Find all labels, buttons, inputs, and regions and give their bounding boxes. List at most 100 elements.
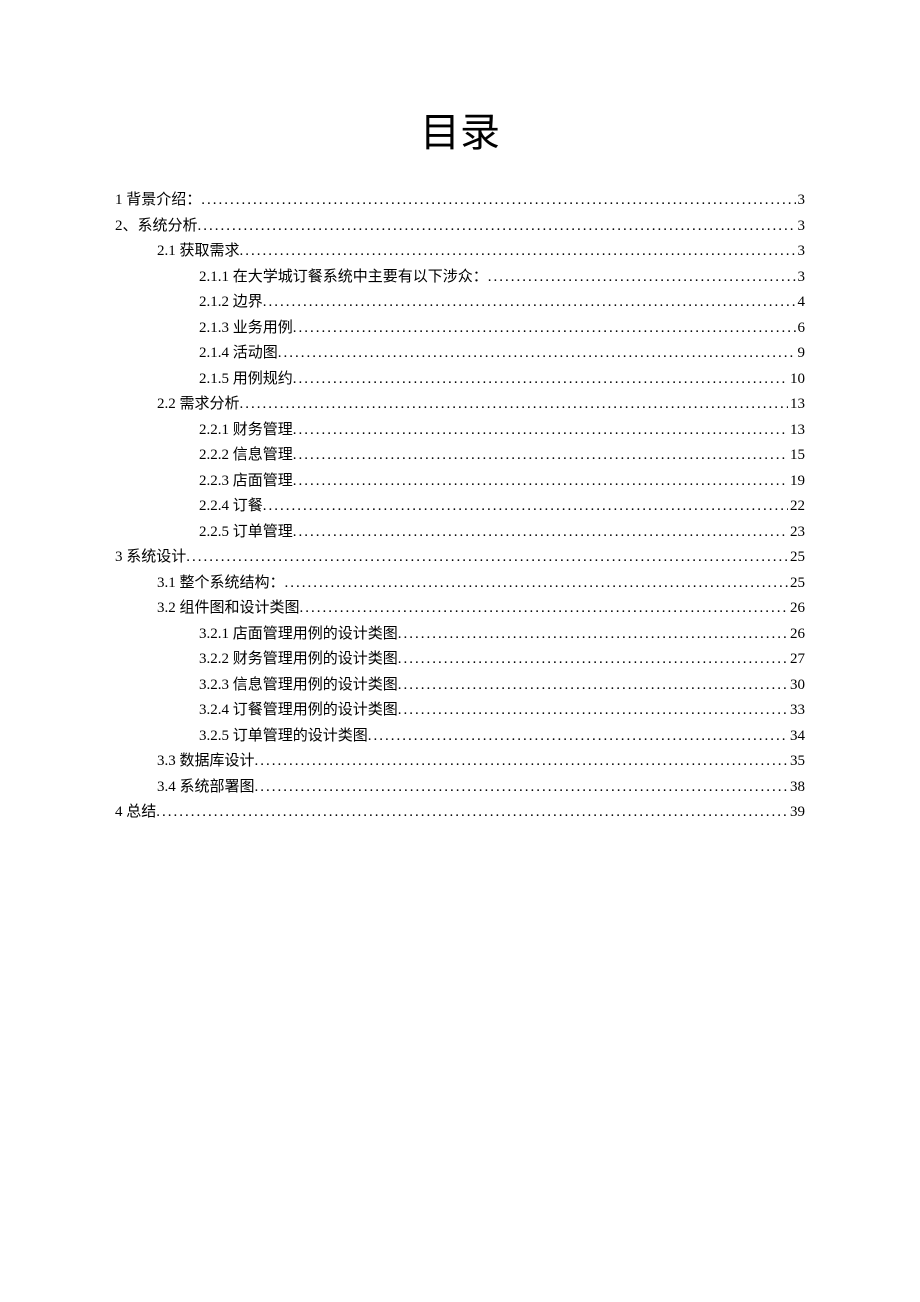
toc-entry[interactable]: 3.2.4 订餐管理用例的设计类图 33 xyxy=(115,698,805,724)
toc-leader-dots xyxy=(398,622,788,648)
toc-entry-page: 13 xyxy=(788,418,805,444)
toc-entry[interactable]: 2.2.4 订餐 22 xyxy=(115,494,805,520)
toc-entry[interactable]: 2.1 获取需求3 xyxy=(115,239,805,265)
toc-entry-label: 3.2.5 订单管理的设计类图 xyxy=(199,724,368,750)
toc-entry[interactable]: 2.2 需求分析 13 xyxy=(115,392,805,418)
toc-entry-page: 23 xyxy=(788,520,805,546)
toc-entry-page: 39 xyxy=(788,800,805,826)
toc-entry-page: 3 xyxy=(796,265,806,291)
toc-entry-label: 3.1 整个系统结构： xyxy=(157,571,285,597)
toc-entry[interactable]: 2.2.5 订单管理 23 xyxy=(115,520,805,546)
toc-entry[interactable]: 3.2.2 财务管理用例的设计类图 27 xyxy=(115,647,805,673)
toc-entry[interactable]: 2.1.5 用例规约 10 xyxy=(115,367,805,393)
toc-entry-label: 2.2.1 财务管理 xyxy=(199,418,293,444)
toc-leader-dots xyxy=(398,698,788,724)
toc-entry[interactable]: 2.2.1 财务管理 13 xyxy=(115,418,805,444)
toc-leader-dots xyxy=(255,775,788,801)
toc-entry[interactable]: 3.2 组件图和设计类图 26 xyxy=(115,596,805,622)
toc-entry-page: 3 xyxy=(796,239,806,265)
toc-entry-page: 3 xyxy=(796,188,806,214)
toc-leader-dots xyxy=(293,520,788,546)
toc-leader-dots xyxy=(398,647,788,673)
toc-leader-dots xyxy=(201,188,795,214)
toc-entry[interactable]: 3.4 系统部署图 38 xyxy=(115,775,805,801)
toc-entry-page: 4 xyxy=(796,290,806,316)
toc-leader-dots xyxy=(293,443,788,469)
toc-entry-label: 2.2.5 订单管理 xyxy=(199,520,293,546)
toc-entry-page: 13 xyxy=(788,392,805,418)
toc-leader-dots xyxy=(398,673,788,699)
toc-entry-page: 19 xyxy=(788,469,805,495)
toc-entry-label: 2、系统分析 xyxy=(115,214,198,240)
page-title: 目录 xyxy=(115,100,805,158)
toc-leader-dots xyxy=(278,341,796,367)
toc-entry[interactable]: 1 背景介绍： 3 xyxy=(115,188,805,214)
toc-entry-page: 26 xyxy=(788,622,805,648)
toc-leader-dots xyxy=(240,392,788,418)
table-of-contents: 1 背景介绍：32、系统分析32.1 获取需求32.1.1 在大学城订餐系统中主… xyxy=(115,188,805,826)
toc-entry[interactable]: 2.1.2 边界 4 xyxy=(115,290,805,316)
toc-leader-dots xyxy=(156,800,788,826)
toc-entry[interactable]: 2.1.1 在大学城订餐系统中主要有以下涉众： 3 xyxy=(115,265,805,291)
toc-entry-page: 33 xyxy=(788,698,805,724)
toc-entry-page: 27 xyxy=(788,647,805,673)
toc-leader-dots xyxy=(293,469,788,495)
toc-leader-dots xyxy=(300,596,788,622)
toc-entry-label: 2.1.2 边界 xyxy=(199,290,263,316)
toc-entry-page: 22 xyxy=(788,494,805,520)
toc-leader-dots xyxy=(263,494,788,520)
toc-entry-label: 3.2.4 订餐管理用例的设计类图 xyxy=(199,698,398,724)
toc-entry-label: 2.2.4 订餐 xyxy=(199,494,263,520)
toc-entry[interactable]: 2.2.2 信息管理 15 xyxy=(115,443,805,469)
toc-entry[interactable]: 3.3 数据库设计 35 xyxy=(115,749,805,775)
toc-entry-label: 1 背景介绍： xyxy=(115,188,201,214)
toc-entry[interactable]: 3.2.5 订单管理的设计类图 34 xyxy=(115,724,805,750)
toc-entry-label: 4 总结 xyxy=(115,800,156,826)
toc-entry-page: 25 xyxy=(788,545,805,571)
toc-entry[interactable]: 3.2.1 店面管理用例的设计类图 26 xyxy=(115,622,805,648)
toc-entry-label: 2.2 需求分析 xyxy=(157,392,240,418)
toc-leader-dots xyxy=(293,316,796,342)
toc-leader-dots xyxy=(293,367,788,393)
toc-entry-label: 3.3 数据库设计 xyxy=(157,749,255,775)
toc-leader-dots xyxy=(240,239,796,265)
toc-entry-label: 3.2.2 财务管理用例的设计类图 xyxy=(199,647,398,673)
toc-entry-page: 26 xyxy=(788,596,805,622)
toc-entry-label: 2.1.4 活动图 xyxy=(199,341,278,367)
toc-leader-dots xyxy=(255,749,788,775)
toc-leader-dots xyxy=(488,265,796,291)
toc-entry-page: 38 xyxy=(788,775,805,801)
toc-entry-label: 2.2.3 店面管理 xyxy=(199,469,293,495)
toc-entry[interactable]: 2、系统分析 3 xyxy=(115,214,805,240)
toc-entry-label: 2.1.1 在大学城订餐系统中主要有以下涉众： xyxy=(199,265,488,291)
toc-entry-label: 3 系统设计 xyxy=(115,545,186,571)
toc-entry[interactable]: 3.1 整个系统结构： 25 xyxy=(115,571,805,597)
toc-leader-dots xyxy=(293,418,788,444)
toc-entry-label: 3.2.3 信息管理用例的设计类图 xyxy=(199,673,398,699)
toc-entry[interactable]: 2.1.3 业务用例6 xyxy=(115,316,805,342)
toc-entry-page: 3 xyxy=(796,214,806,240)
toc-entry[interactable]: 3 系统设计 25 xyxy=(115,545,805,571)
toc-entry-page: 9 xyxy=(796,341,806,367)
toc-entry[interactable]: 3.2.3 信息管理用例的设计类图 30 xyxy=(115,673,805,699)
toc-entry[interactable]: 2.1.4 活动图 9 xyxy=(115,341,805,367)
toc-entry-label: 2.2.2 信息管理 xyxy=(199,443,293,469)
toc-leader-dots xyxy=(368,724,788,750)
toc-entry-label: 3.2.1 店面管理用例的设计类图 xyxy=(199,622,398,648)
toc-entry-page: 10 xyxy=(788,367,805,393)
toc-leader-dots xyxy=(263,290,796,316)
toc-entry-page: 6 xyxy=(796,316,806,342)
toc-entry-page: 34 xyxy=(788,724,805,750)
toc-entry-page: 30 xyxy=(788,673,805,699)
toc-entry-label: 2.1.5 用例规约 xyxy=(199,367,293,393)
toc-leader-dots xyxy=(285,571,788,597)
toc-leader-dots xyxy=(186,545,788,571)
toc-entry-page: 25 xyxy=(788,571,805,597)
toc-entry-page: 15 xyxy=(788,443,805,469)
toc-leader-dots xyxy=(198,214,796,240)
toc-entry-label: 3.2 组件图和设计类图 xyxy=(157,596,300,622)
toc-entry[interactable]: 2.2.3 店面管理 19 xyxy=(115,469,805,495)
toc-entry-label: 3.4 系统部署图 xyxy=(157,775,255,801)
toc-entry[interactable]: 4 总结 39 xyxy=(115,800,805,826)
toc-entry-page: 35 xyxy=(788,749,805,775)
